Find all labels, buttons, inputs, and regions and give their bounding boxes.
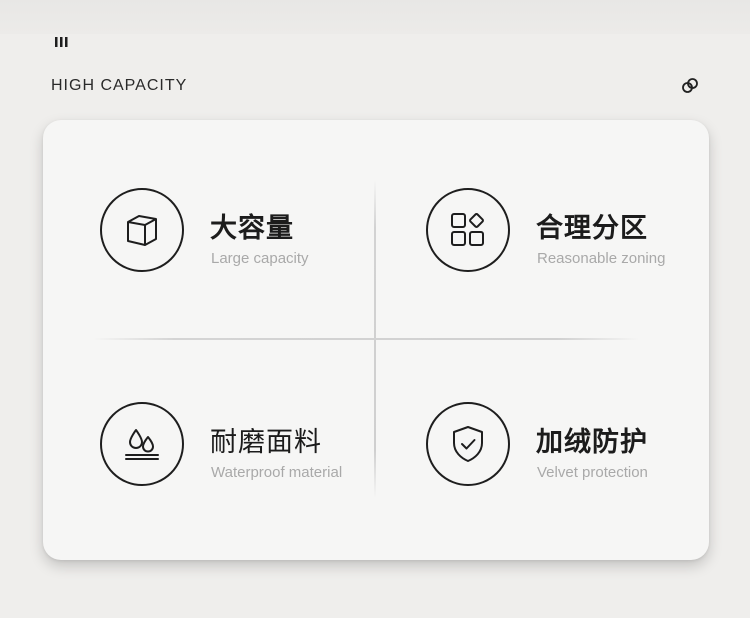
feature-title: 大容量 [210, 213, 294, 244]
top-banner-strip [0, 0, 750, 34]
horizontal-divider [93, 338, 639, 340]
feature-subtitle: Large capacity [211, 250, 309, 267]
feature-title: 耐磨面料 [210, 427, 322, 458]
feature-reasonable-zoning: 合理分区 Reasonable zoning [426, 188, 726, 280]
feature-title: 合理分区 [536, 213, 648, 244]
feature-icon-circle [100, 188, 184, 272]
zoning-icon [451, 213, 484, 246]
link-icon [682, 78, 698, 93]
feature-subtitle: Waterproof material [211, 464, 343, 481]
feature-large-capacity: 大容量 Large capacity [100, 188, 400, 280]
shield-check-icon [453, 426, 483, 462]
section-heading: HIGH CAPACITY [51, 77, 188, 94]
feature-velvet-protection: 加绒防护 Velvet protection [426, 402, 726, 494]
feature-subtitle: Velvet protection [537, 464, 648, 481]
features-card: 大容量 Large capacity 合理分区 Reasonable zonin… [43, 120, 709, 560]
water-drop-icon [125, 429, 159, 460]
feature-waterproof-material: 耐磨面料 Waterproof material [100, 402, 400, 494]
feature-icon-circle [426, 402, 510, 486]
feature-icon-circle [426, 188, 510, 272]
feature-title: 加绒防护 [536, 427, 648, 458]
feature-icon-circle [100, 402, 184, 486]
feature-subtitle: Reasonable zoning [537, 250, 666, 267]
cube-icon [127, 215, 157, 246]
bars-icon [55, 37, 68, 47]
